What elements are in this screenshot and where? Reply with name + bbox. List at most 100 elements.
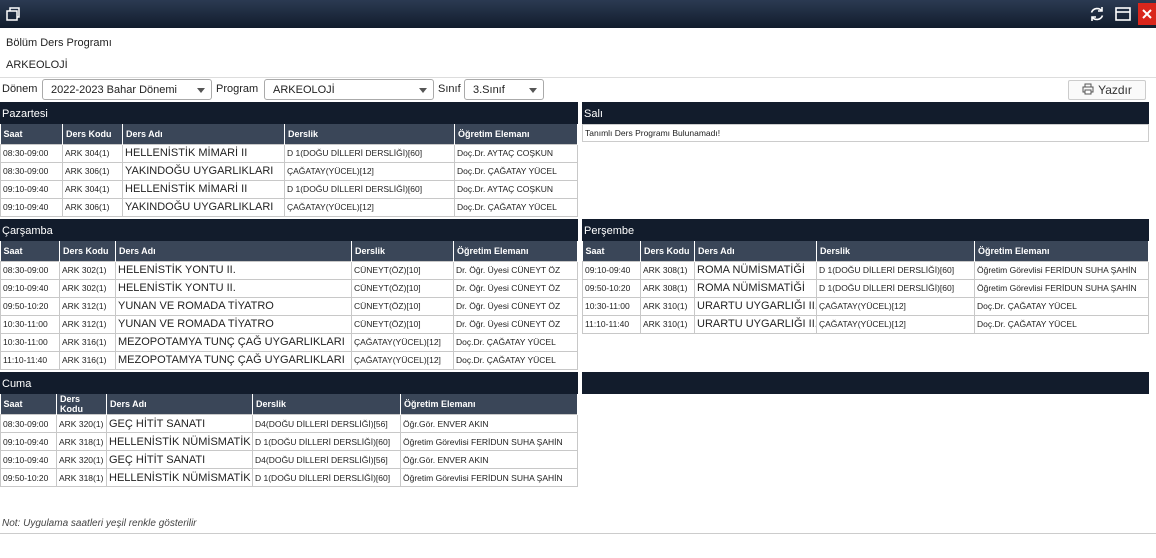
cell-course-name: MEZOPOTAMYA TUNÇ ÇAĞ UYGARLIKLARI [115,332,352,352]
day-panel-wednesday: Çarşamba Saat Ders Kodu Ders Adı Derslik… [0,219,578,370]
table-row: 10:30-11:00 ARK 310(1) URARTU UYGARLIĞI II… [582,296,1149,316]
cell-room: ÇAĞATAY(YÜCEL)[12] [284,161,455,181]
program-value: ARKEOLOJİ [273,84,335,96]
day-panel-monday: Pazartesi Saat Ders Kodu Ders Adı Dersli… [0,102,578,217]
class-select[interactable]: 3.Sınıf [464,79,544,100]
cell-course-name: GEÇ HİTİT SANATI [106,450,253,469]
cell-course-name: MEZOPOTAMYA TUNÇ ÇAĞ UYGARLIKLARI [115,350,352,370]
cell-instructor: Doç.Dr. ÇAĞATAY YÜCEL [454,161,578,181]
cell-room: ÇAĞATAY(YÜCEL)[12] [816,296,975,316]
table-row: 11:10-11:40 ARK 310(1) URARTU UYGARLIĞI II… [582,314,1149,334]
cell-time: 09:10-09:40 [582,260,641,280]
cell-room: D 1(DOĞU DİLLERİ DERSLİĞİ)[60] [284,143,455,163]
cell-course-name: ROMA NÜMİSMATİĞİ [694,278,817,298]
cell-time: 10:30-11:00 [582,296,641,316]
cell-room: D 1(DOĞU DİLLERİ DERSLİĞİ)[60] [252,432,401,451]
day-title: Salı [582,102,1149,124]
close-icon[interactable] [1138,3,1156,25]
cell-instructor: Dr. Öğr. Üyesi CÜNEYT ÖZ [453,260,578,280]
cell-course-name: URARTU UYGARLIĞI II. [694,296,817,316]
cell-code: ARK 318(1) [56,468,107,487]
refresh-icon[interactable] [1086,3,1108,25]
cell-code: ARK 310(1) [640,296,695,316]
chevron-down-icon [197,88,205,93]
cell-time: 09:50-10:20 [582,278,641,298]
cell-course-name: HELENİSTİK YONTU II. [115,278,352,298]
cell-code: ARK 318(1) [56,432,107,451]
col-name: Ders Adı [122,124,285,144]
col-code: Ders Kodu [62,124,123,144]
col-instructor: Öğretim Elemanı [400,394,578,415]
table-row: 10:30-11:00 ARK 316(1) MEZOPOTAMYA TUNÇ ÇA… [0,332,578,352]
print-button[interactable]: Yazdır [1068,80,1146,100]
program-select[interactable]: ARKEOLOJİ [264,79,434,100]
schedule-table: Saat Ders Kodu Ders Adı Derslik Öğretim … [582,241,1149,334]
cell-code: ARK 306(1) [62,161,123,181]
day-panel-friday: Cuma Saat Ders Kodu Ders Adı Derslik Öğr… [0,372,578,487]
table-row: 09:50-10:20 ARK 312(1) YUNAN VE ROMADA TİY… [0,296,578,316]
cell-code: ARK 302(1) [59,260,116,280]
cell-room: D4(DOĞU DİLLERİ DERSLİĞİ)[56] [252,450,401,469]
table-row: 09:10-09:40 ARK 306(1) YAKINDOĞU UYGARLIKL… [0,197,578,217]
col-time: Saat [0,394,57,415]
cell-course-name: YAKINDOĞU UYGARLIKLARI [122,197,285,217]
printer-icon [1082,83,1094,98]
cell-room: D4(DOĞU DİLLERİ DERSLİĞİ)[56] [252,414,401,433]
maximize-icon[interactable] [1112,3,1134,25]
cell-code: ARK 306(1) [62,197,123,217]
term-select[interactable]: 2022-2023 Bahar Dönemi [42,79,212,100]
cell-course-name: YAKINDOĞU UYGARLIKLARI [122,161,285,181]
cell-instructor: Doç.Dr. AYTAÇ COŞKUN [454,179,578,199]
term-label: Dönem [2,83,38,95]
table-row: 09:50-10:20 ARK 308(1) ROMA NÜMİSMATİĞİ D 1… [582,278,1149,298]
cell-code: ARK 320(1) [56,414,107,433]
cell-room: CÜNEYT(ÖZ)[10] [351,260,454,280]
col-name: Ders Adı [115,241,352,261]
schedule-table: Saat Ders Kodu Ders Adı Derslik Öğretim … [0,124,578,217]
schedule-table: Saat Ders Kodu Ders Adı Derslik Öğretim … [0,394,578,487]
cell-time: 09:10-09:40 [0,179,63,199]
cell-course-name: ROMA NÜMİSMATİĞİ [694,260,817,280]
cell-instructor: Dr. Öğr. Üyesi CÜNEYT ÖZ [453,278,578,298]
cell-instructor: Öğretim Görevlisi FERİDUN SUHA ŞAHİN [974,278,1149,298]
cell-code: ARK 308(1) [640,260,695,280]
day-title: Cuma [0,372,578,394]
cell-time: 10:30-11:00 [0,314,60,334]
cell-instructor: Doç.Dr. ÇAĞATAY YÜCEL [974,296,1149,316]
table-row: 09:10-09:40 ARK 302(1) HELENİSTİK YONTU II… [0,278,578,298]
cell-room: CÜNEYT(ÖZ)[10] [351,296,454,316]
empty-day-panel [582,372,1149,394]
cell-room: ÇAĞATAY(YÜCEL)[12] [816,314,975,334]
cell-time: 09:10-09:40 [0,197,63,217]
cell-course-name: YUNAN VE ROMADA TİYATRO [115,296,352,316]
cell-room: D 1(DOĞU DİLLERİ DERSLİĞİ)[60] [252,468,401,487]
cell-time: 11:10-11:40 [0,350,60,370]
divider [0,533,1156,534]
col-instructor: Öğretim Elemanı [974,241,1149,261]
table-row: 11:10-11:40 ARK 316(1) MEZOPOTAMYA TUNÇ ÇA… [0,350,578,370]
window-restore-icon[interactable] [4,5,24,23]
cell-time: 09:10-09:40 [0,278,60,298]
class-value: 3.Sınıf [473,84,505,96]
cell-code: ARK 310(1) [640,314,695,334]
cell-instructor: Öğretim Görevlisi FERİDUN SUHA ŞAHİN [400,468,578,487]
department-name: ARKEOLOJİ [6,59,68,71]
day-title: Perşembe [582,219,1149,241]
schedule-table: Saat Ders Kodu Ders Adı Derslik Öğretim … [0,241,578,370]
day-panel-tuesday: Salı Tanımlı Ders Programı Bulunamadı! [582,102,1149,142]
cell-code: ARK 308(1) [640,278,695,298]
col-time: Saat [0,124,63,144]
cell-room: ÇAĞATAY(YÜCEL)[12] [351,350,454,370]
table-row: 08:30-09:00 ARK 306(1) YAKINDOĞU UYGARLIKL… [0,161,578,181]
table-row: 10:30-11:00 ARK 312(1) YUNAN VE ROMADA TİY… [0,314,578,334]
cell-course-name: HELLENİSTİK NÜMİSMATİK 2 [106,468,253,487]
cell-code: ARK 304(1) [62,179,123,199]
cell-instructor: Öğretim Görevlisi FERİDUN SUHA ŞAHİN [974,260,1149,280]
day-title: Çarşamba [0,219,578,241]
day-title: Pazartesi [0,102,578,124]
footer-note: Not: Uygulama saatleri yeşil renkle göst… [2,518,197,529]
cell-course-name: HELLENİSTİK NÜMİSMATİK 2 [106,432,253,451]
cell-instructor: Doç.Dr. ÇAĞATAY YÜCEL [453,332,578,352]
table-row: 09:10-09:40 ARK 320(1) GEÇ HİTİT SANATI D4(… [0,450,578,469]
cell-room: D 1(DOĞU DİLLERİ DERSLİĞİ)[60] [284,179,455,199]
